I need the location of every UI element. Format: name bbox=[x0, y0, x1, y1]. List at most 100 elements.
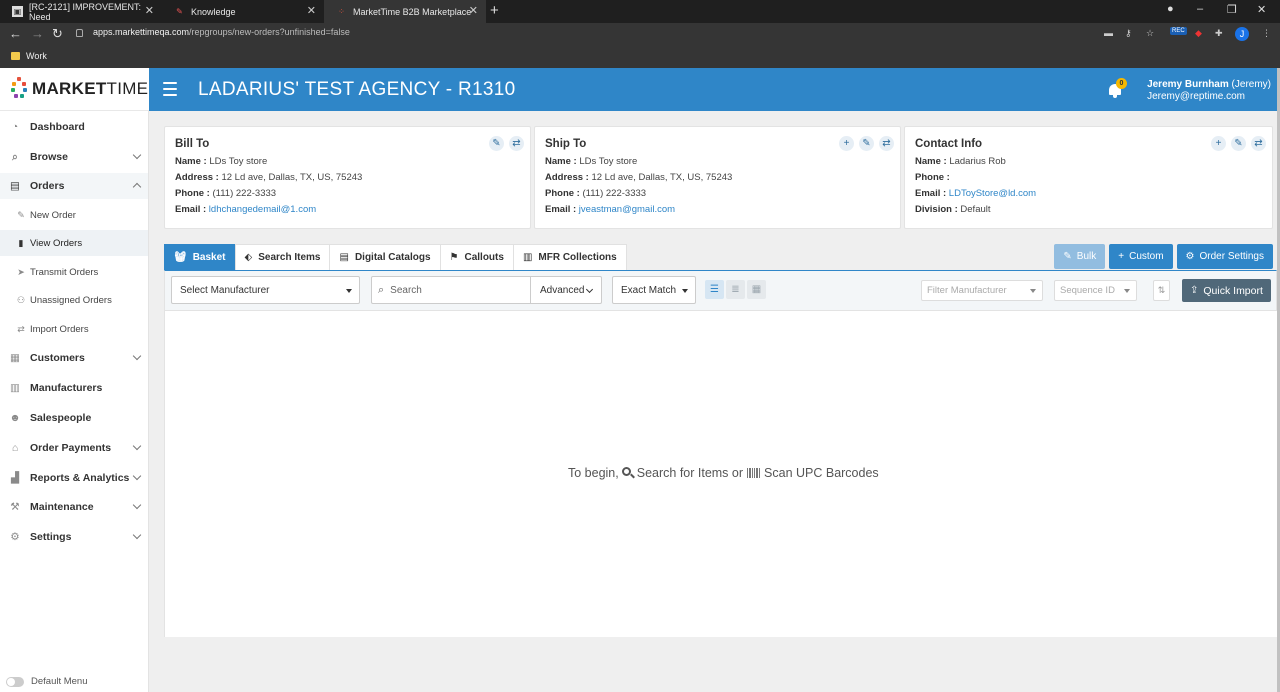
close-window-icon[interactable]: ✕ bbox=[1257, 3, 1266, 16]
close-icon[interactable]: ✕ bbox=[469, 5, 478, 17]
card-title: Contact Info bbox=[915, 138, 983, 150]
forward-icon[interactable]: → bbox=[31, 27, 44, 41]
chart-icon: ▟ bbox=[10, 472, 20, 484]
sequence-id-select[interactable]: Sequence ID bbox=[1054, 280, 1137, 301]
notification-bell-icon[interactable]: 0 bbox=[1107, 78, 1127, 98]
more-icon[interactable]: ⋮ bbox=[1262, 28, 1271, 39]
bulk-button[interactable]: ✎ Bulk bbox=[1054, 244, 1106, 269]
grid-view-icon[interactable]: ▦ bbox=[747, 280, 766, 299]
close-icon[interactable]: ✕ bbox=[307, 5, 316, 17]
minimize-icon[interactable]: – bbox=[1197, 3, 1203, 15]
filter-manufacturer-select[interactable]: Filter Manufacturer bbox=[921, 280, 1043, 301]
sidebar-subitem-view-orders[interactable]: ▮ View Orders bbox=[0, 230, 148, 256]
notification-count-badge: 0 bbox=[1116, 78, 1127, 89]
extensions-icon[interactable]: ✚ bbox=[1215, 28, 1223, 39]
swap-icon[interactable]: ⇄ bbox=[509, 136, 524, 151]
user-menu[interactable]: Jeremy Burnham (Jeremy) Jeremy@reptime.c… bbox=[1147, 79, 1271, 103]
search-box[interactable]: ⌕ bbox=[371, 276, 531, 304]
edit-square-icon[interactable]: ✎ bbox=[1231, 136, 1246, 151]
email-link[interactable]: jveastman@gmail.com bbox=[579, 204, 675, 215]
search-icon bbox=[621, 467, 635, 479]
add-icon[interactable]: + bbox=[1211, 136, 1226, 151]
list-view-icon[interactable]: ☰ bbox=[705, 280, 724, 299]
basket-icon: 🧺︎ bbox=[174, 252, 187, 263]
camera-icon[interactable]: ▬ bbox=[1104, 28, 1113, 38]
manufacturer-select[interactable]: Select Manufacturer bbox=[171, 276, 360, 304]
browser-tab[interactable]: ▣ [RC-2121] IMPROVEMENT: Need ✕ bbox=[0, 0, 162, 23]
markettime-logo-icon bbox=[11, 77, 29, 101]
key-icon[interactable]: ⚷ bbox=[1125, 28, 1132, 39]
detail-list-view-icon[interactable]: ≣ bbox=[726, 280, 745, 299]
search-items-link[interactable]: Search for Items or bbox=[637, 466, 743, 480]
swap-icon[interactable]: ⇄ bbox=[1251, 136, 1266, 151]
new-tab-icon[interactable]: + bbox=[490, 3, 499, 19]
browser-tab-active[interactable]: ⁘ MarketTime B2B Marketplace ✕ bbox=[324, 0, 486, 23]
tab-search-items[interactable]: ⬖ Search Items bbox=[234, 244, 331, 270]
sidebar-subitem-import-orders[interactable]: ⇄ Import Orders bbox=[0, 316, 148, 342]
tab-digital-catalogs[interactable]: ▤ Digital Catalogs bbox=[329, 244, 441, 270]
rec-extension-icon[interactable]: REC bbox=[1170, 27, 1187, 35]
building-icon: ▥ bbox=[10, 382, 20, 394]
record-icon[interactable]: ● bbox=[1167, 3, 1174, 15]
sidebar-item-browse[interactable]: ⌕ Browse bbox=[0, 144, 148, 170]
search-icon: ⌕ bbox=[12, 150, 18, 163]
sidebar-item-order-payments[interactable]: ⌂ Order Payments bbox=[0, 435, 148, 461]
edit-icon[interactable]: ✎ bbox=[489, 136, 504, 151]
sidebar-subitem-new-order[interactable]: ✎ New Order bbox=[0, 202, 148, 228]
bill-to-card: ✎ ⇄ Bill To Name : LDs Toy store Address… bbox=[164, 126, 531, 229]
maximize-icon[interactable]: ❐ bbox=[1227, 3, 1237, 16]
sidebar-subitem-transmit-orders[interactable]: ➤ Transmit Orders bbox=[0, 259, 148, 285]
toggle-switch[interactable] bbox=[6, 676, 24, 687]
orders-icon: ▤ bbox=[10, 180, 20, 192]
swap-icon[interactable]: ⇄ bbox=[879, 136, 894, 151]
scan-upc-link[interactable]: Scan UPC Barcodes bbox=[764, 466, 879, 480]
order-settings-button[interactable]: ⚙ Order Settings bbox=[1176, 244, 1273, 269]
sidebar-item-maintenance[interactable]: ⚒ Maintenance bbox=[0, 494, 148, 520]
email-link[interactable]: LDToyStore@ld.com bbox=[949, 188, 1036, 199]
sidebar-item-reports[interactable]: ▟ Reports & Analytics bbox=[0, 465, 148, 491]
ublock-icon[interactable]: ◆ bbox=[1195, 28, 1202, 39]
sidebar-item-orders[interactable]: ▤ Orders bbox=[0, 173, 148, 199]
custom-button[interactable]: + Custom bbox=[1109, 244, 1173, 269]
sort-icon[interactable]: ⇅ bbox=[1153, 280, 1170, 301]
sidebar-subitem-unassigned-orders[interactable]: ⚇ Unassigned Orders bbox=[0, 287, 148, 313]
sidebar-item-manufacturers[interactable]: ▥ Manufacturers bbox=[0, 375, 148, 401]
sidebar-item-salespeople[interactable]: ☻ Salespeople bbox=[0, 405, 148, 431]
email-link[interactable]: ldhchangedemail@1.com bbox=[209, 204, 316, 215]
match-mode-select[interactable]: Exact Match bbox=[612, 276, 696, 304]
url-field[interactable]: apps.markettimeqa.com/repgroups/new-orde… bbox=[76, 27, 350, 37]
default-menu-toggle[interactable]: Default Menu bbox=[6, 676, 88, 687]
ship-to-card: + ✎ ⇄ Ship To Name : LDs Toy store Addre… bbox=[534, 126, 901, 229]
reload-icon[interactable]: ↻ bbox=[52, 27, 63, 41]
sidebar-item-dashboard[interactable]: ◔ Dashboard bbox=[0, 114, 148, 140]
tab-basket[interactable]: 🧺︎ Basket bbox=[164, 244, 236, 270]
order-tabs: 🧺︎ Basket ⬖ Search Items ▤ Digital Catalogs… bbox=[164, 244, 627, 270]
search-input[interactable] bbox=[390, 284, 511, 296]
browser-tab[interactable]: ✎ Knowledge ✕ bbox=[162, 0, 324, 23]
edit-icon[interactable]: ✎ bbox=[859, 136, 874, 151]
dashboard-icon: ◔ bbox=[11, 121, 19, 133]
sidebar-item-customers[interactable]: ▦ Customers bbox=[0, 345, 148, 371]
logo[interactable]: MARKETTIME bbox=[0, 68, 149, 111]
contact-info-card: + ✎ ⇄ Contact Info Name : Ladarius Rob P… bbox=[904, 126, 1273, 229]
star-icon[interactable]: ☆ bbox=[1146, 28, 1154, 39]
hamburger-menu-icon[interactable] bbox=[163, 82, 177, 96]
bookmark-work[interactable]: Work bbox=[11, 51, 47, 61]
sidebar-item-settings[interactable]: ⚙ Settings bbox=[0, 524, 148, 550]
back-icon[interactable]: ← bbox=[9, 27, 22, 41]
chevron-down-icon bbox=[585, 285, 594, 294]
pencil-icon: ✎ bbox=[1063, 251, 1072, 262]
tab-mfr-collections[interactable]: ▥ MFR Collections bbox=[512, 244, 627, 270]
add-icon[interactable]: + bbox=[839, 136, 854, 151]
profile-avatar[interactable]: J bbox=[1235, 27, 1249, 41]
advanced-dropdown[interactable]: Advanced bbox=[530, 276, 602, 304]
close-icon[interactable]: ✕ bbox=[145, 5, 154, 17]
tab-callouts[interactable]: ⚑ Callouts bbox=[439, 244, 514, 270]
sidebar: ◔ Dashboard ⌕ Browse ▤ Orders ✎ New Orde… bbox=[0, 111, 149, 692]
quick-import-button[interactable]: ⇪ Quick Import bbox=[1182, 279, 1271, 302]
bookmarks-bar: Work bbox=[0, 46, 1280, 68]
gear-icon: ⚙ bbox=[1185, 251, 1195, 262]
agency-title: LADARIUS' TEST AGENCY - R1310 bbox=[198, 79, 516, 100]
flag-icon: ⚑ bbox=[449, 252, 459, 263]
wrench-icon: ⚒ bbox=[10, 501, 20, 513]
